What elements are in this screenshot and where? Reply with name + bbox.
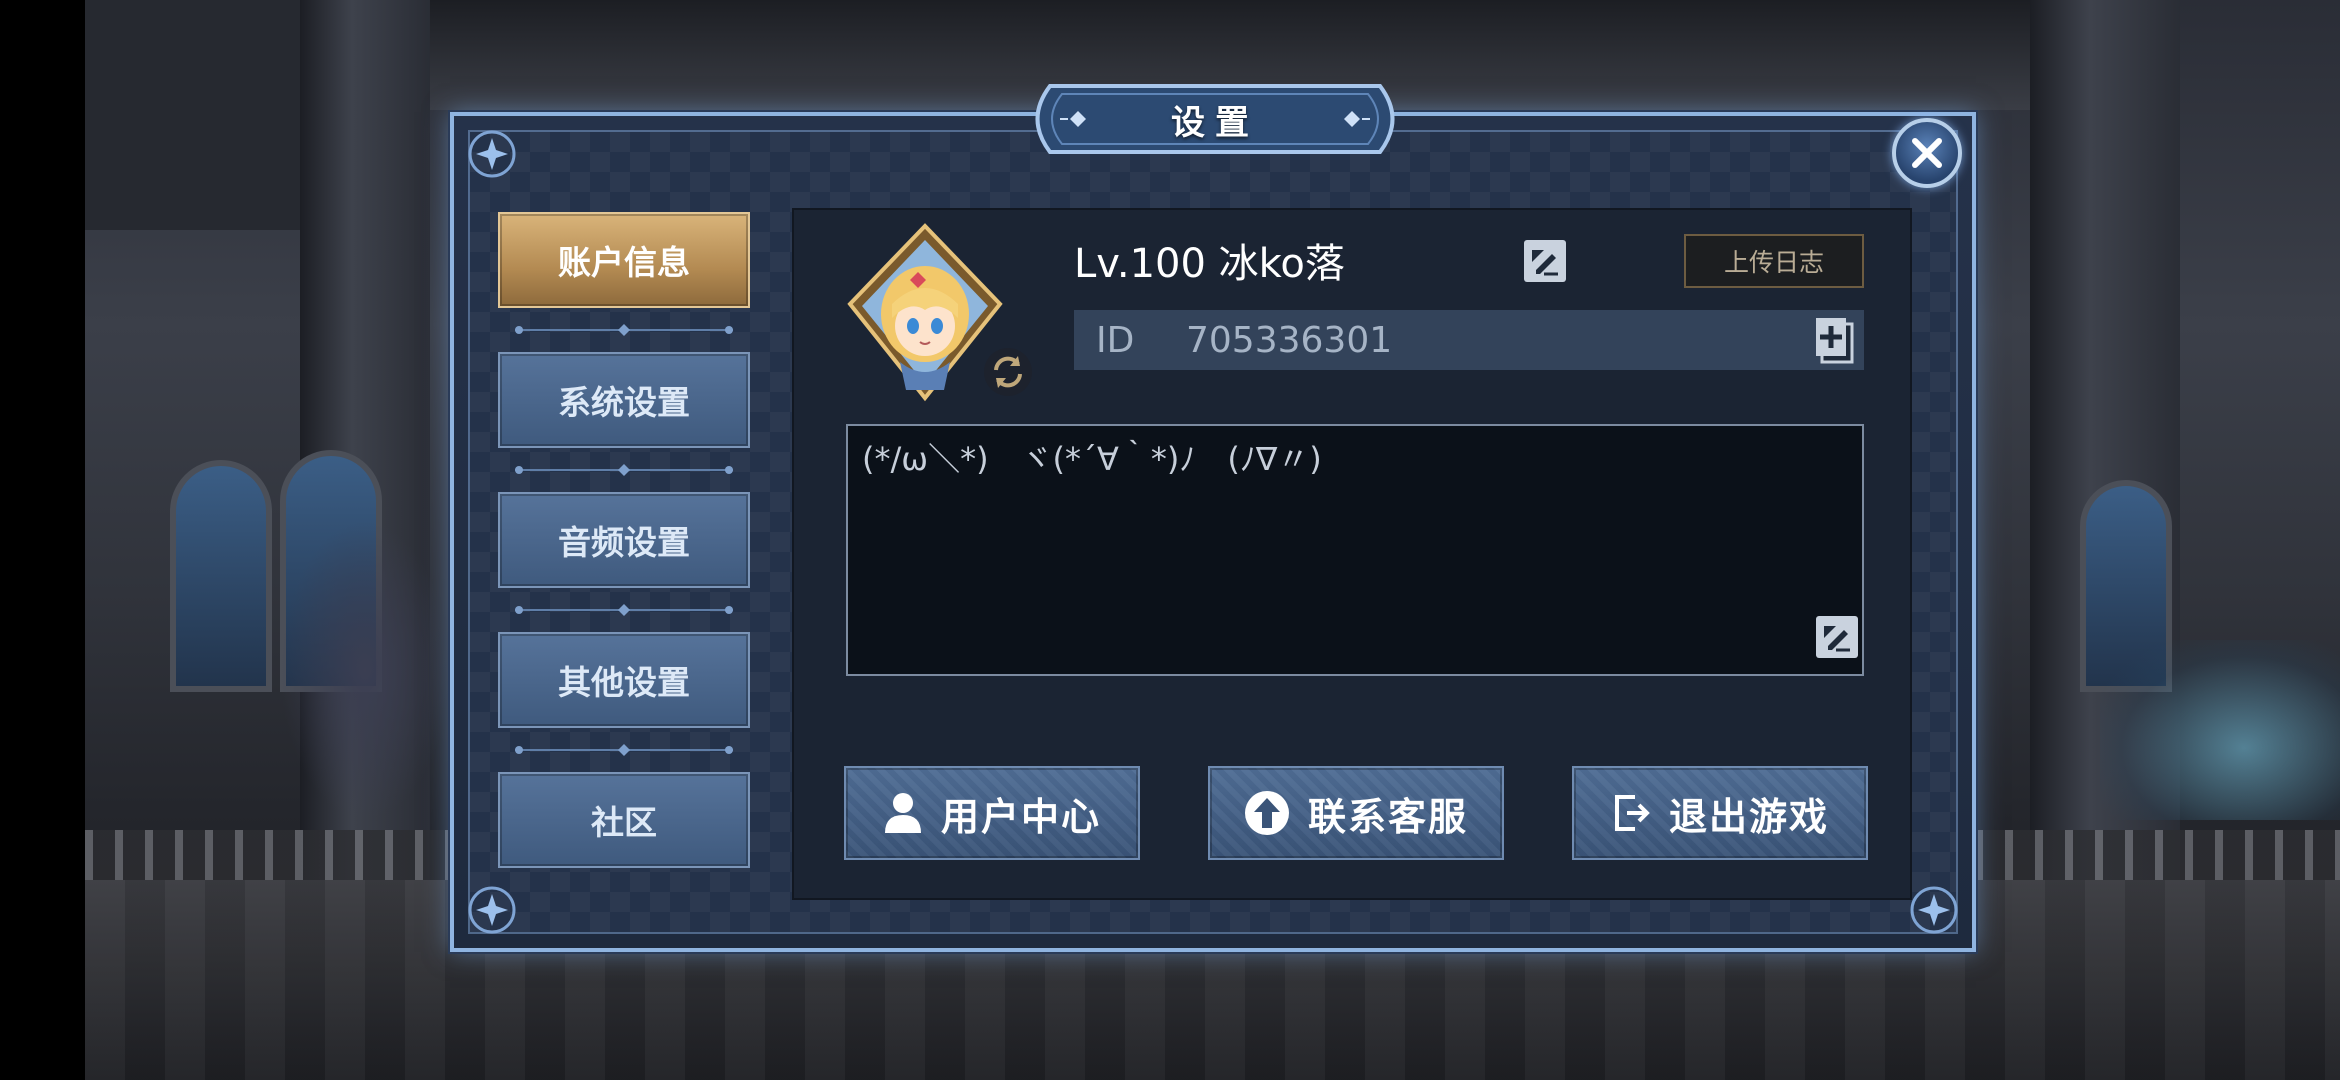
contact-service-button[interactable]: 联系客服 [1208,766,1504,860]
screen-letterbox [0,0,85,1080]
tab-account-info[interactable]: 账户信息 [498,212,750,308]
exit-game-button[interactable]: 退出游戏 [1572,766,1868,860]
background-window [170,460,272,692]
background-character [280,520,450,820]
tab-system-settings[interactable]: 系统设置 [498,352,750,448]
user-icon [883,791,923,835]
tab-divider [515,464,733,476]
user-center-button[interactable]: 用户中心 [844,766,1140,860]
signature-box[interactable]: (*/ω＼*) ヾ(*´∀｀*)ﾉ (ﾉ∇〃) [846,424,1864,676]
contact-service-label: 联系客服 [1307,794,1468,839]
refresh-icon[interactable] [982,346,1034,398]
tab-community[interactable]: 社区 [498,772,750,868]
corner-ornament-icon [1910,886,1958,934]
dialog-title: 设置 [1171,102,1259,143]
background-railing [1975,830,2340,880]
edit-icon [1824,626,1850,652]
tab-other-settings[interactable]: 其他设置 [498,632,750,728]
title-plate: 设置 [1020,76,1410,162]
edit-icon [1532,250,1558,276]
corner-ornament-icon [468,130,516,178]
player-level-name: Lv.100 冰ko落 [1074,241,1345,287]
tab-audio-settings[interactable]: 音频设置 [498,492,750,588]
id-value: 705336301 [1186,319,1393,361]
edit-signature-button[interactable] [1816,616,1858,658]
signature-text: (*/ω＼*) ヾ(*´∀｀*)ﾉ (ﾉ∇〃) [862,440,1322,478]
background-wall [85,0,300,230]
background-railing [85,830,465,880]
exit-icon [1611,791,1651,835]
close-icon [1912,138,1942,168]
tab-divider [515,744,733,756]
exit-game-label: 退出游戏 [1668,794,1829,839]
tab-divider [515,604,733,616]
copy-id-button[interactable] [1812,314,1858,366]
tab-divider [515,324,733,336]
user-center-label: 用户中心 [940,794,1101,839]
arrow-up-icon [1244,790,1290,836]
corner-ornament-icon [468,886,516,934]
close-button[interactable] [1892,118,1962,188]
player-id-bar: ID 705336301 [1074,310,1864,370]
upload-log-button[interactable]: 上传日志 [1684,234,1864,288]
edit-name-button[interactable] [1524,240,1566,282]
id-label: ID [1096,319,1135,361]
background-fountain [2100,640,2340,820]
